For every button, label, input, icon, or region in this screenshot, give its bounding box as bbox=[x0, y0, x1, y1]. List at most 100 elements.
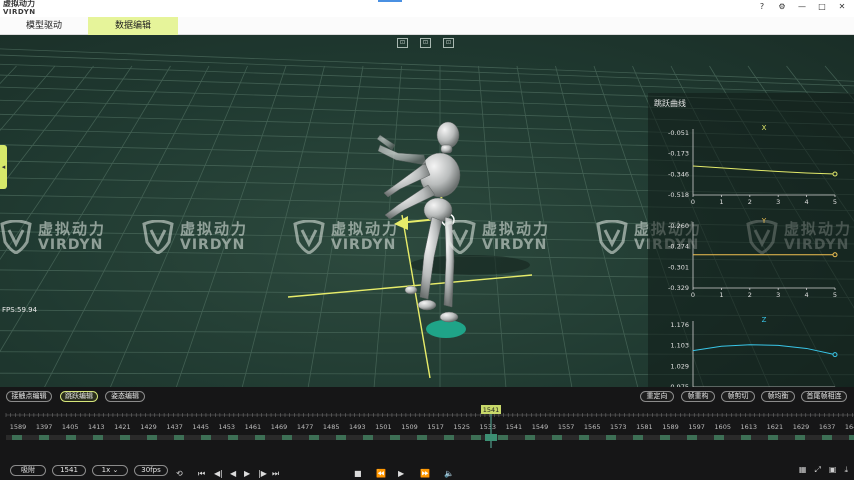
loop-connect-button[interactable]: 首尾帧相连 bbox=[801, 391, 847, 402]
keyframe-block bbox=[768, 435, 778, 440]
keyframe-block bbox=[147, 435, 157, 440]
view-toggle-icons: ▦ ⤢ ▣ ⤓ bbox=[799, 465, 848, 475]
camera-icon[interactable]: ▣ bbox=[829, 465, 837, 475]
frame-tick-label: 1589 bbox=[10, 423, 27, 431]
help-icon[interactable]: ? bbox=[756, 2, 768, 11]
virdyn-logo-icon bbox=[293, 220, 325, 254]
virdyn-logo-icon bbox=[444, 220, 476, 254]
prev-frame-icon[interactable]: ◀| bbox=[214, 469, 223, 478]
front-view-icon[interactable]: ⊡ bbox=[397, 38, 408, 48]
y-tick-label: -0.260 bbox=[668, 222, 689, 230]
y-tick-label: -0.346 bbox=[668, 170, 689, 178]
keyframe-block bbox=[525, 435, 535, 440]
curve-panel-title: 跳跃曲线 bbox=[654, 99, 686, 108]
next-frame-icon[interactable]: |▶ bbox=[258, 469, 267, 478]
tab-data-edit[interactable]: 数据编辑 bbox=[88, 17, 178, 35]
y-tick-label: 1.103 bbox=[670, 342, 689, 350]
curve-end-point bbox=[832, 352, 838, 358]
keyframe-block bbox=[579, 435, 589, 440]
x-tick-label: 3 bbox=[776, 291, 780, 299]
fullscreen-icon[interactable]: ⤢ bbox=[814, 465, 820, 475]
frame-tick-label: 1429 bbox=[140, 423, 157, 431]
tab-model-drive[interactable]: 模型驱动 bbox=[0, 17, 88, 35]
frame-tick-label: 1397 bbox=[36, 423, 53, 431]
fps-select[interactable]: 30fps bbox=[134, 465, 168, 476]
frame-tick-label: 1629 bbox=[793, 423, 810, 431]
snap-mode-button[interactable]: 吸附 bbox=[10, 465, 46, 476]
frame-balance-button[interactable]: 帧均衡 bbox=[761, 391, 795, 402]
frame-tick-label: 1477 bbox=[297, 423, 314, 431]
keyframe-block bbox=[741, 435, 751, 440]
frame-tick-label: 1437 bbox=[166, 423, 183, 431]
frame-cut-button[interactable]: 帧剪切 bbox=[721, 391, 755, 402]
timeline-panel: 接触点编辑 跳跃编辑 姿态编辑 重定向 帧重构 帧剪切 帧均衡 首尾帧相连 15… bbox=[0, 387, 854, 480]
frame-tick-label: 1509 bbox=[401, 423, 418, 431]
frame-tick-label: 1605 bbox=[714, 423, 731, 431]
x-tick-label: 4 bbox=[805, 198, 809, 206]
top-view-icon[interactable]: ⊡ bbox=[443, 38, 454, 48]
playhead-frame: 1541 bbox=[483, 406, 500, 414]
frame-tick-label: 1565 bbox=[584, 423, 601, 431]
x-tick-label: 2 bbox=[748, 291, 752, 299]
frame-tick-label: 1421 bbox=[114, 423, 131, 431]
pose-edit-button[interactable]: 姿态编辑 bbox=[105, 391, 145, 402]
x-tick-label: 3 bbox=[776, 198, 780, 206]
frame-tick-label: 1445 bbox=[192, 423, 209, 431]
jump-edit-button[interactable]: 跳跃编辑 bbox=[60, 391, 98, 402]
stop-icon[interactable]: ■ bbox=[354, 469, 362, 478]
y-tick-label: -0.518 bbox=[668, 191, 689, 199]
keyframe-block bbox=[255, 435, 265, 440]
first-frame-icon[interactable]: ⏮ bbox=[198, 469, 205, 479]
export-icon[interactable]: ⤓ bbox=[844, 465, 848, 475]
maximize-button[interactable]: □ bbox=[816, 2, 828, 11]
rewind-icon[interactable]: ⏪ bbox=[376, 469, 386, 478]
keyframe-block bbox=[822, 435, 832, 440]
jump-curve-panel: 跳跃曲线 X -0.051 -0.173 -0.346 -0.518 0 1 2 3 4 5 Y -0.… bbox=[648, 93, 854, 398]
keyframe-block bbox=[228, 435, 238, 440]
frame-tick-label: 1597 bbox=[688, 423, 705, 431]
frame-tick-label: 1493 bbox=[349, 423, 366, 431]
title-bar: 虚拟动力 VIRDYN ? ⚙ — □ ✕ bbox=[0, 0, 854, 17]
y-tick-label: 1.176 bbox=[670, 321, 689, 329]
forward-icon[interactable]: ⏩ bbox=[420, 469, 430, 478]
app-logo-en: VIRDYN bbox=[3, 8, 36, 16]
foot-marker bbox=[426, 320, 466, 338]
big-play-icon[interactable]: ▶ bbox=[398, 469, 404, 478]
settings-icon[interactable]: ⚙ bbox=[776, 2, 788, 11]
x-tick-label: 4 bbox=[805, 291, 809, 299]
keyframe-block bbox=[444, 435, 454, 440]
close-button[interactable]: ✕ bbox=[836, 2, 848, 11]
play-icon[interactable]: ▶ bbox=[244, 469, 250, 478]
watermark: 虚拟动力VIRDYN bbox=[142, 217, 248, 257]
play-reverse-icon[interactable]: ◀ bbox=[230, 469, 236, 478]
frame-rebuild-button[interactable]: 帧重构 bbox=[681, 391, 715, 402]
timeline-ruler[interactable]: 1589 1397 1405 1413 1421 1429 1437 1445 1453 1461… bbox=[0, 404, 854, 448]
keyframe-block bbox=[309, 435, 319, 440]
keyframe-block bbox=[93, 435, 103, 440]
keyframe-block bbox=[201, 435, 211, 440]
frame-tick-label: 1405 bbox=[62, 423, 79, 431]
frame-tick-label: 1517 bbox=[427, 423, 444, 431]
speed-select[interactable]: 1x ⌄ bbox=[92, 465, 128, 476]
frame-input[interactable]: 1541 bbox=[52, 465, 86, 476]
frame-tick-label: 1501 bbox=[375, 423, 392, 431]
last-frame-icon[interactable]: ⏭ bbox=[272, 469, 279, 479]
volume-icon[interactable]: 🔈 bbox=[444, 469, 454, 478]
title-indicator bbox=[378, 0, 402, 2]
layout-icon[interactable]: ▦ bbox=[799, 465, 807, 475]
contact-edit-button[interactable]: 接触点编辑 bbox=[6, 391, 52, 402]
x-tick-label: 2 bbox=[748, 198, 752, 206]
keyframe-block bbox=[795, 435, 805, 440]
frame-tick-label: 1557 bbox=[558, 423, 575, 431]
retarget-button[interactable]: 重定向 bbox=[640, 391, 674, 402]
x-tick-label: 5 bbox=[833, 291, 837, 299]
curve-axis-label: Y bbox=[761, 217, 767, 225]
x-tick-label: 0 bbox=[691, 198, 695, 206]
minimize-button[interactable]: — bbox=[796, 2, 808, 11]
loop-icon[interactable]: ⟲ bbox=[176, 469, 183, 478]
keyframe-block bbox=[120, 435, 130, 440]
frame-tick-label: 1541 bbox=[506, 423, 523, 431]
y-tick-label: 1.029 bbox=[670, 362, 689, 370]
side-view-icon[interactable]: ⊡ bbox=[420, 38, 431, 48]
collapse-left-panel-button[interactable]: ◂ bbox=[0, 145, 7, 189]
